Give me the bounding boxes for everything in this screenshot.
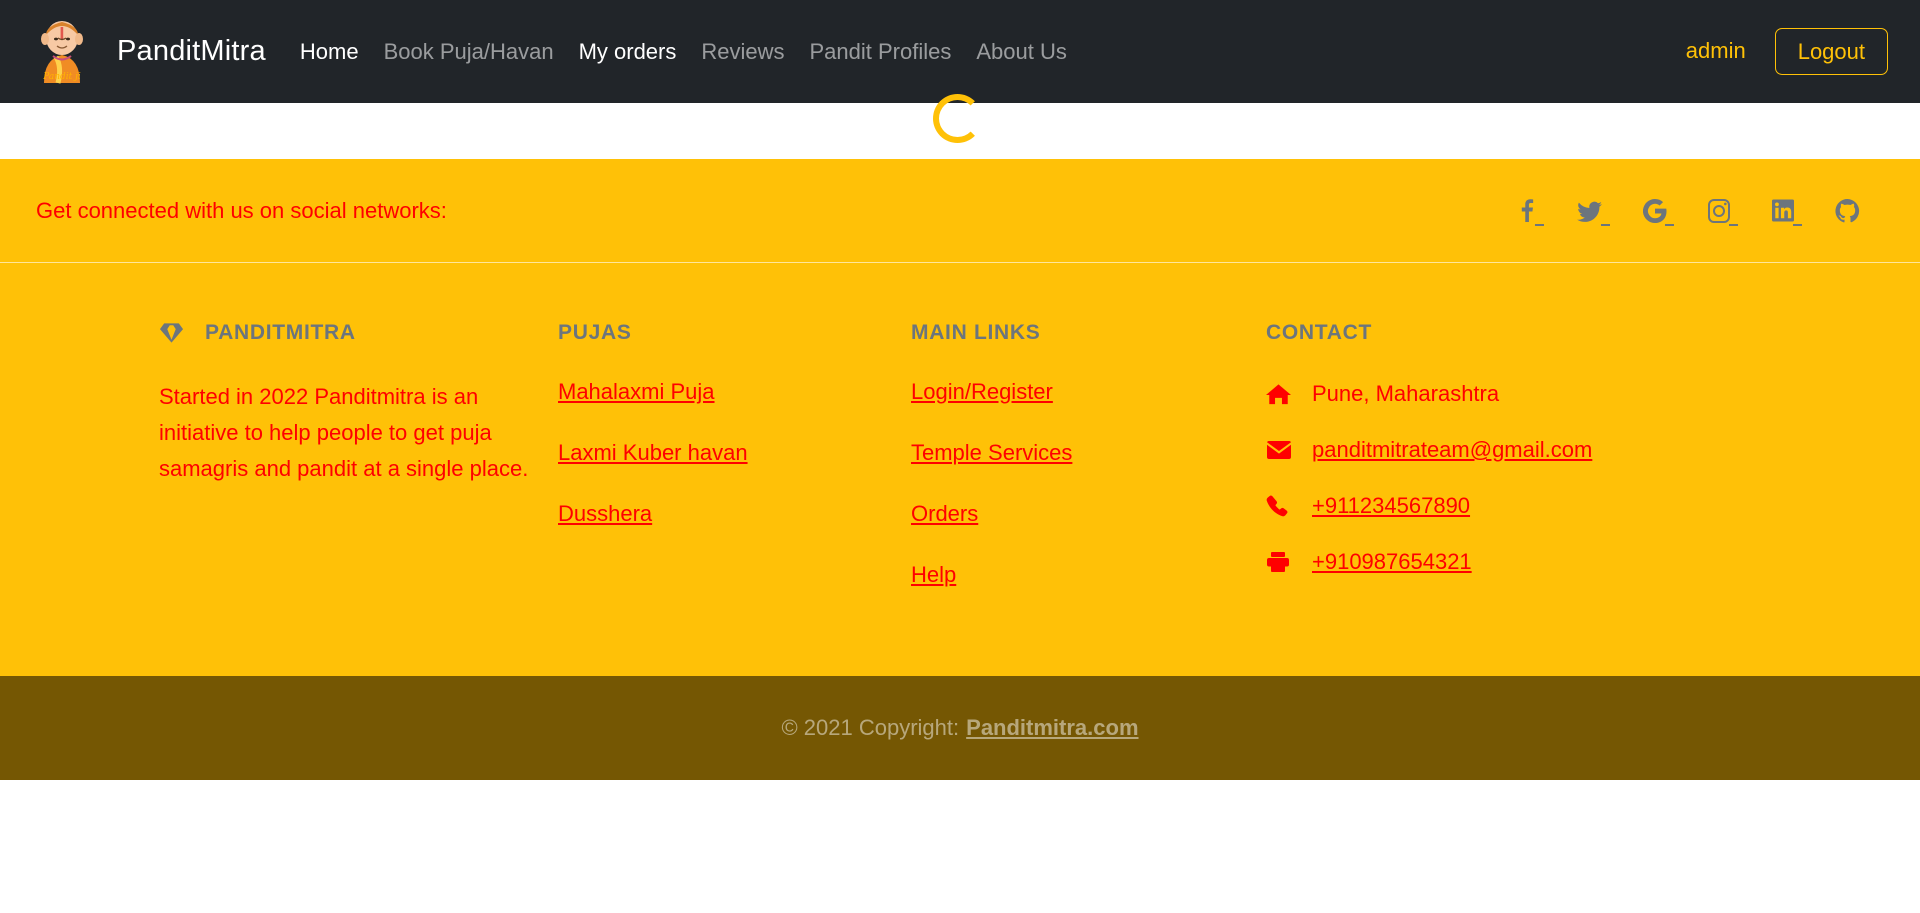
brand-name[interactable]: PanditMitra: [117, 35, 266, 68]
pandit-logo-icon[interactable]: Pandit ji: [36, 19, 88, 85]
contact-address-text: Pune, Maharashtra: [1312, 381, 1500, 406]
nav-item-home[interactable]: Home: [300, 39, 359, 65]
footer-link-mahalaxmi-puja[interactable]: Mahalaxmi Puja: [558, 379, 715, 405]
footer-link-temple-services[interactable]: Temple Services: [911, 440, 1072, 466]
nav-item-my-orders[interactable]: My orders: [579, 39, 677, 65]
footer-column-pujas: PUJAS Mahalaxmi Puja Laxmi Kuber havan D…: [536, 313, 891, 636]
footer-about-heading: PANDITMITRA: [159, 321, 536, 345]
footer-column-about: PANDITMITRA Started in 2022 Panditmitra …: [36, 313, 536, 636]
page-blank-area: [0, 780, 1920, 903]
contact-email-link[interactable]: panditmitrateam@gmail.com: [1312, 437, 1592, 463]
home-icon: [1266, 383, 1300, 405]
footer-link-dusshera[interactable]: Dusshera: [558, 501, 652, 527]
social-bar: Get connected with us on social networks…: [0, 159, 1920, 263]
contact-row-phone: +911234567890: [1266, 491, 1726, 521]
github-icon[interactable]: [1835, 198, 1860, 224]
social-icon-list: [1515, 198, 1860, 226]
footer-contact-heading: CONTACT: [1266, 321, 1372, 344]
copyright-bar: © 2021 Copyright: Panditmitra.com: [0, 676, 1920, 780]
footer-link-login-register[interactable]: Login/Register: [911, 379, 1053, 405]
google-icon[interactable]: [1643, 198, 1674, 226]
nav-item-about-us[interactable]: About Us: [976, 39, 1067, 65]
phone-icon: [1266, 495, 1300, 517]
printer-icon: [1266, 551, 1300, 573]
footer-link-laxmi-kuber-havan[interactable]: Laxmi Kuber havan: [558, 440, 748, 466]
logout-button[interactable]: Logout: [1774, 27, 1888, 76]
facebook-icon[interactable]: [1515, 198, 1544, 226]
footer-about-text: Started in 2022 Panditmitra is an initia…: [159, 384, 529, 481]
loading-spinner-icon: [933, 94, 982, 143]
linkedin-icon[interactable]: [1771, 198, 1802, 226]
nav-item-book-puja-havan[interactable]: Book Puja/Havan: [384, 39, 554, 65]
loading-area: [0, 94, 1920, 159]
nav-links: Home Book Puja/Havan My orders Reviews P…: [300, 39, 1067, 65]
current-user-label[interactable]: admin: [1686, 38, 1746, 64]
footer-pujas-heading: PUJAS: [558, 321, 632, 344]
nav-item-reviews[interactable]: Reviews: [701, 39, 784, 65]
instagram-icon[interactable]: [1707, 198, 1738, 226]
footer-columns: PANDITMITRA Started in 2022 Panditmitra …: [0, 263, 1920, 676]
top-navbar: Pandit ji PanditMitra Home Book Puja/Hav…: [0, 0, 1920, 103]
contact-fax-link[interactable]: +910987654321: [1312, 549, 1472, 575]
footer-column-contact: CONTACT Pune, Maharashtra panditmitratea…: [1246, 313, 1726, 636]
envelope-icon: [1266, 440, 1300, 460]
contact-row-address: Pune, Maharashtra: [1266, 379, 1726, 409]
footer: Get connected with us on social networks…: [0, 159, 1920, 780]
copyright-text: © 2021 Copyright:: [781, 715, 960, 740]
brand-group[interactable]: Pandit ji PanditMitra: [36, 19, 266, 85]
nav-item-pandit-profiles[interactable]: Pandit Profiles: [810, 39, 952, 65]
footer-about-heading-text: PANDITMITRA: [205, 321, 356, 344]
copyright-link[interactable]: Panditmitra.com: [966, 715, 1138, 741]
contact-row-fax: +910987654321: [1266, 547, 1726, 577]
gem-icon: [159, 322, 184, 344]
contact-phone-link[interactable]: +911234567890: [1312, 493, 1470, 519]
footer-link-help[interactable]: Help: [911, 562, 956, 588]
footer-column-main-links: MAIN LINKS Login/Register Temple Service…: [891, 313, 1246, 636]
footer-link-orders[interactable]: Orders: [911, 501, 978, 527]
footer-main-links-heading: MAIN LINKS: [911, 321, 1041, 344]
nav-right-group: admin Logout: [1686, 27, 1888, 76]
svg-text:Pandit ji: Pandit ji: [42, 72, 81, 82]
social-bar-text: Get connected with us on social networks…: [36, 197, 447, 223]
contact-row-email: panditmitrateam@gmail.com: [1266, 435, 1726, 465]
twitter-icon[interactable]: [1577, 198, 1610, 226]
